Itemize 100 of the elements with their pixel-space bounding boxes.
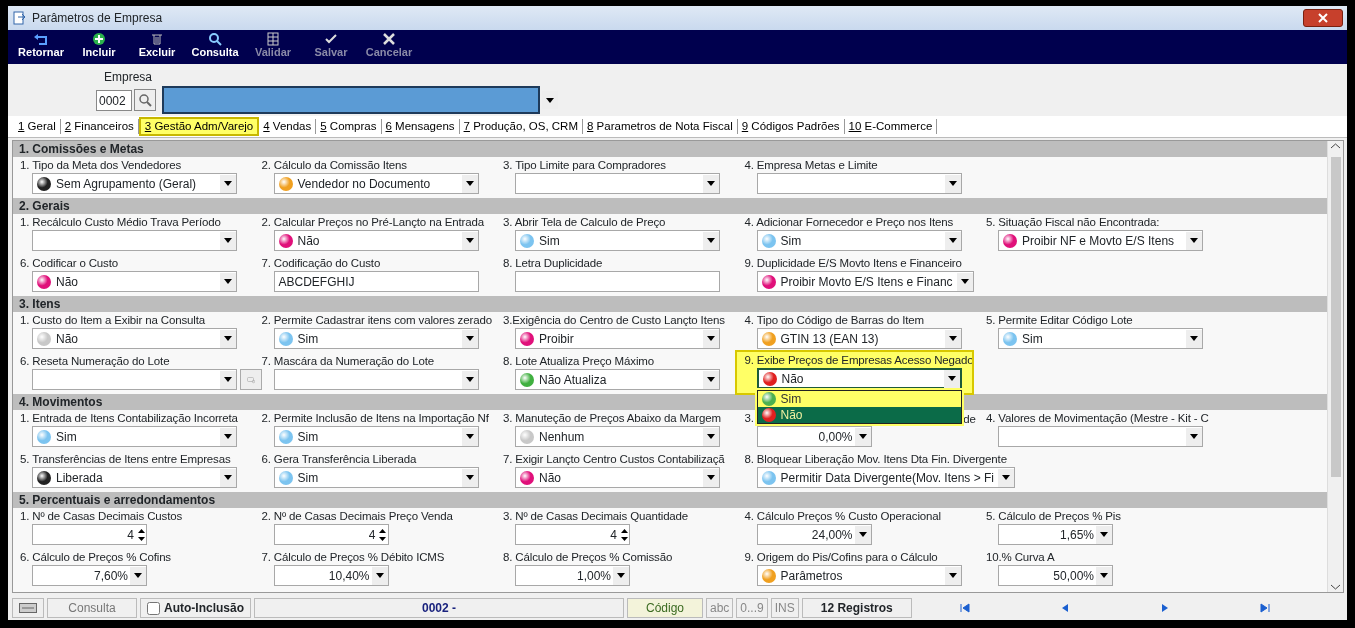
dropdown-arrow-icon[interactable] — [465, 377, 474, 382]
dropdown-arrow-icon[interactable] — [1190, 434, 1198, 439]
dropdown-field[interactable] — [515, 173, 720, 194]
percent-field[interactable]: 7,60% — [32, 565, 147, 586]
dropdown-arrow-icon[interactable] — [707, 181, 715, 186]
search-button[interactable] — [134, 89, 156, 111]
dropdown-field[interactable]: Sim — [32, 426, 237, 447]
dropdown-field[interactable]: Sim — [273, 328, 479, 349]
dropdown-arrow-icon[interactable] — [1190, 238, 1198, 243]
dropdown-arrow-icon[interactable] — [1002, 475, 1010, 480]
dropdown-arrow-icon[interactable] — [707, 377, 715, 382]
dropdown-option[interactable]: Sim — [757, 391, 961, 407]
dropdown-arrow-icon[interactable] — [960, 279, 969, 284]
code-field[interactable]: 0002 — [96, 89, 132, 111]
dropdown-arrow-icon[interactable] — [948, 573, 957, 578]
dropdown-arrow-icon[interactable] — [224, 377, 232, 382]
percent-field[interactable]: 24,00% — [756, 524, 872, 545]
dropdown-arrow-icon[interactable] — [617, 573, 625, 578]
dropdown-field[interactable]: Sim — [273, 426, 479, 447]
dropdown-arrow-icon[interactable] — [224, 336, 232, 341]
dropdown-field[interactable]: Vendedor no Documento — [273, 173, 479, 194]
spinner-arrows-icon[interactable] — [137, 527, 145, 542]
dropdown-field[interactable] — [32, 369, 237, 390]
number-spinner[interactable]: 4 — [515, 524, 630, 545]
sort-button[interactable]: Código — [627, 598, 703, 618]
keyboard-button[interactable] — [12, 598, 44, 618]
dropdown-arrow-icon[interactable] — [546, 97, 554, 103]
dropdown-arrow-icon[interactable] — [465, 475, 474, 480]
toolbar-button[interactable]: Consulta — [186, 30, 244, 64]
dropdown-arrow-icon[interactable] — [224, 475, 232, 480]
dropdown-arrow-icon[interactable] — [134, 573, 142, 578]
dropdown-arrow-icon[interactable] — [224, 279, 232, 284]
dropdown-field[interactable] — [273, 369, 479, 390]
dropdown-field[interactable] — [32, 230, 237, 251]
dropdown-arrow-icon[interactable] — [947, 376, 956, 381]
dropdown-field[interactable]: Sim — [998, 328, 1203, 349]
dropdown-arrow-icon[interactable] — [224, 434, 232, 439]
percent-field[interactable]: 1,00% — [515, 565, 630, 586]
dropdown-arrow-icon[interactable] — [858, 434, 867, 439]
dropdown-arrow-icon[interactable] — [465, 434, 474, 439]
dropdown-field[interactable]: Sem Agrupamento (Geral) — [32, 173, 237, 194]
text-field[interactable] — [515, 271, 720, 292]
tab[interactable]: 7 Produção, OS, CRM — [459, 119, 583, 134]
toolbar-button[interactable]: Retornar — [12, 30, 70, 64]
dropdown-field[interactable]: Liberada — [32, 467, 237, 488]
toolbar-button[interactable]: Excluir — [128, 30, 186, 64]
dropdown-arrow-icon[interactable] — [224, 238, 232, 243]
dropdown-arrow-icon[interactable] — [375, 573, 384, 578]
tab[interactable]: 2 Financeiros — [60, 119, 139, 134]
dropdown-arrow-icon[interactable] — [1190, 336, 1198, 341]
percent-field[interactable]: 50,00% — [998, 565, 1113, 586]
dropdown-field[interactable]: Sim — [515, 230, 720, 251]
tab[interactable]: 1 Geral — [14, 119, 61, 134]
dropdown-field[interactable]: Sim — [756, 230, 962, 251]
dropdown-field[interactable]: Não — [515, 467, 720, 488]
dropdown-list[interactable]: Sim Não — [756, 390, 962, 424]
percent-field[interactable]: 0,00% — [756, 426, 872, 447]
checkbox[interactable] — [147, 601, 160, 615]
dropdown-field[interactable]: Não — [756, 368, 962, 389]
dropdown-arrow-icon[interactable] — [948, 336, 957, 341]
number-spinner[interactable]: 4 — [273, 524, 389, 545]
dropdown-arrow-icon[interactable] — [224, 181, 232, 186]
spinner-arrows-icon[interactable] — [620, 527, 628, 542]
dropdown-arrow-icon[interactable] — [465, 181, 474, 186]
dropdown-arrow-icon[interactable] — [948, 238, 957, 243]
dropdown-arrow-icon[interactable] — [465, 238, 474, 243]
company-name-field[interactable] — [162, 86, 540, 114]
dropdown-field[interactable]: Nenhum — [515, 426, 720, 447]
dropdown-field[interactable]: Parâmetros — [756, 565, 962, 586]
percent-field[interactable]: 1,65% — [998, 524, 1113, 545]
dropdown-arrow-icon[interactable] — [1100, 573, 1108, 578]
scrollbar-thumb[interactable] — [1330, 156, 1341, 477]
tab[interactable]: 10 E-Commerce — [844, 119, 938, 134]
dropdown-field[interactable]: Permitir Data Divergente(Mov. Itens > Fi — [756, 467, 1015, 488]
dropdown-arrow-icon[interactable] — [707, 475, 715, 480]
dropdown-field[interactable]: Proibir — [515, 328, 720, 349]
dropdown-arrow-icon[interactable] — [858, 532, 867, 537]
dropdown-arrow-icon[interactable] — [1100, 532, 1108, 537]
dropdown-arrow-icon[interactable] — [707, 336, 715, 341]
tab[interactable]: 5 Compras — [316, 119, 382, 134]
dropdown-field[interactable]: Sim — [273, 467, 479, 488]
tab[interactable]: 4 Vendas — [259, 119, 317, 134]
dropdown-field[interactable]: Proibir NF e Movto E/S Itens — [998, 230, 1203, 251]
dropdown-field[interactable]: Não Atualiza — [515, 369, 720, 390]
dropdown-option[interactable]: Não — [757, 407, 961, 423]
dropdown-arrow-icon[interactable] — [707, 238, 715, 243]
number-spinner[interactable]: 4 — [32, 524, 147, 545]
dropdown-field[interactable] — [756, 173, 962, 194]
tab[interactable]: 6 Mensagens — [381, 119, 460, 134]
percent-field[interactable]: 10,40% — [273, 565, 389, 586]
dropdown-field[interactable]: GTIN 13 (EAN 13) — [756, 328, 962, 349]
dropdown-field[interactable]: Não — [273, 230, 479, 251]
spinner-arrows-icon[interactable] — [379, 527, 386, 542]
dropdown-field[interactable]: Não — [32, 328, 237, 349]
scroll-down-icon[interactable] — [1331, 584, 1340, 590]
text-field[interactable]: ABCDEFGHIJ — [273, 271, 479, 292]
dropdown-arrow-icon[interactable] — [465, 336, 474, 341]
toolbar-button[interactable]: Incluir — [70, 30, 128, 64]
dropdown-arrow-icon[interactable] — [707, 434, 715, 439]
tab[interactable]: 8 Parametros de Nota Fiscal — [583, 119, 738, 134]
